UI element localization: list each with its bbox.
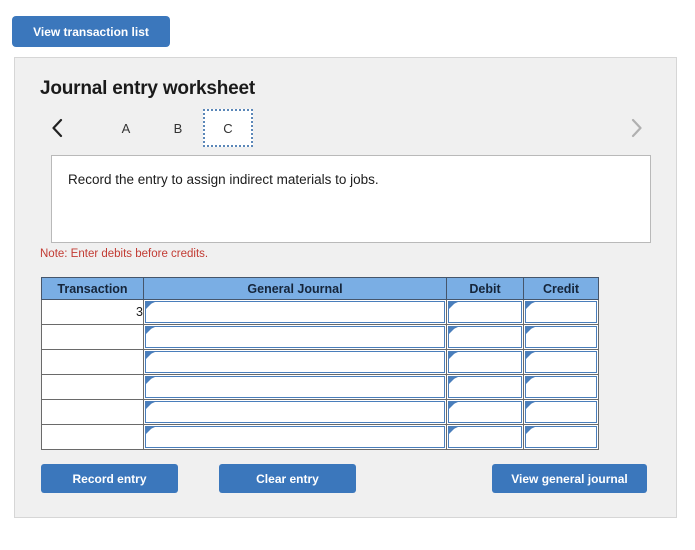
debit-input-5[interactable]: [446, 424, 524, 450]
clear-entry-button[interactable]: Clear entry: [219, 464, 356, 493]
transaction-number-cell[interactable]: [41, 349, 144, 375]
debit-field-0[interactable]: [448, 301, 522, 323]
tab-b-label: B: [173, 120, 183, 136]
view-general-journal-button[interactable]: View general journal: [492, 464, 647, 493]
general-journal-field-2[interactable]: [145, 351, 445, 373]
general-journal-input-4[interactable]: [143, 399, 447, 425]
general-journal-field-4[interactable]: [145, 401, 445, 423]
credit-input-5[interactable]: [523, 424, 599, 450]
credit-input-0[interactable]: [523, 299, 599, 325]
tab-a[interactable]: A: [101, 109, 151, 147]
general-journal-input-0[interactable]: [143, 299, 447, 325]
credit-field-0[interactable]: [525, 301, 597, 323]
credit-input-3[interactable]: [523, 374, 599, 400]
transaction-number-cell[interactable]: [41, 399, 144, 425]
page-title: Journal entry worksheet: [40, 78, 256, 99]
worksheet-tab-bar: A B C: [40, 109, 653, 147]
chevron-left-icon: [51, 118, 64, 138]
journal-entry-panel: Journal entry worksheet A B C Record the…: [14, 57, 677, 518]
table-row: [41, 349, 599, 375]
record-entry-button[interactable]: Record entry: [41, 464, 178, 493]
entry-description-text: Record the entry to assign indirect mate…: [68, 172, 379, 187]
debit-field-2[interactable]: [448, 351, 522, 373]
general-journal-input-1[interactable]: [143, 324, 447, 350]
debit-input-2[interactable]: [446, 349, 524, 375]
general-journal-input-2[interactable]: [143, 349, 447, 375]
general-journal-input-3[interactable]: [143, 374, 447, 400]
transaction-number-cell[interactable]: [41, 324, 144, 350]
debit-input-0[interactable]: [446, 299, 524, 325]
tab-b[interactable]: B: [153, 109, 203, 147]
header-credit: Credit: [523, 277, 599, 300]
debits-before-credits-note: Note: Enter debits before credits.: [40, 248, 209, 260]
general-journal-field-0[interactable]: [145, 301, 445, 323]
debit-field-1[interactable]: [448, 326, 522, 348]
debit-field-5[interactable]: [448, 426, 522, 448]
general-journal-field-1[interactable]: [145, 326, 445, 348]
debit-input-4[interactable]: [446, 399, 524, 425]
credit-input-1[interactable]: [523, 324, 599, 350]
header-general-journal: General Journal: [143, 277, 447, 300]
table-row: [41, 324, 599, 350]
tab-c-label: C: [223, 120, 233, 136]
debit-input-1[interactable]: [446, 324, 524, 350]
view-transaction-list-button[interactable]: View transaction list: [12, 16, 170, 47]
general-journal-field-3[interactable]: [145, 376, 445, 398]
debit-input-3[interactable]: [446, 374, 524, 400]
tab-a-label: A: [121, 120, 131, 136]
debit-field-4[interactable]: [448, 401, 522, 423]
credit-field-3[interactable]: [525, 376, 597, 398]
tab-c[interactable]: C: [203, 109, 253, 147]
transaction-number-cell[interactable]: 3: [41, 299, 144, 325]
table-header-row: Transaction General Journal Debit Credit: [41, 277, 599, 300]
general-journal-input-5[interactable]: [143, 424, 447, 450]
general-journal-field-5[interactable]: [145, 426, 445, 448]
transaction-number-cell[interactable]: [41, 424, 144, 450]
table-row: 3: [41, 299, 599, 325]
header-transaction: Transaction: [41, 277, 144, 300]
credit-input-4[interactable]: [523, 399, 599, 425]
chevron-right-icon: [630, 118, 643, 138]
credit-field-5[interactable]: [525, 426, 597, 448]
table-row: [41, 399, 599, 425]
credit-input-2[interactable]: [523, 349, 599, 375]
credit-field-2[interactable]: [525, 351, 597, 373]
journal-entry-table: Transaction General Journal Debit Credit…: [41, 277, 599, 450]
next-tab-button[interactable]: [619, 109, 653, 147]
entry-description-box: Record the entry to assign indirect mate…: [51, 155, 651, 243]
previous-tab-button[interactable]: [40, 109, 74, 147]
header-debit: Debit: [446, 277, 524, 300]
transaction-number-cell[interactable]: [41, 374, 144, 400]
table-row: [41, 424, 599, 450]
credit-field-1[interactable]: [525, 326, 597, 348]
debit-field-3[interactable]: [448, 376, 522, 398]
credit-field-4[interactable]: [525, 401, 597, 423]
table-row: [41, 374, 599, 400]
